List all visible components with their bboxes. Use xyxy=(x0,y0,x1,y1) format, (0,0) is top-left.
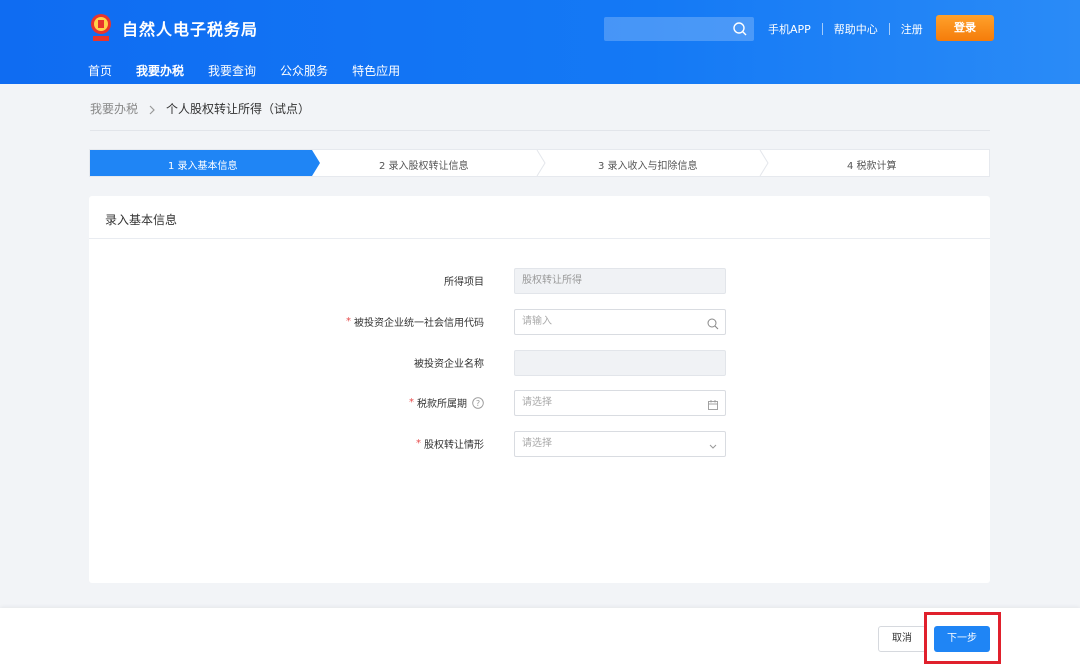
company-name-field xyxy=(514,350,726,376)
form-row-company-name: 被投资企业名称 xyxy=(89,350,990,376)
svg-text:?: ? xyxy=(476,398,480,407)
step-3[interactable]: 3 录入收入与扣除信息 xyxy=(598,157,698,172)
company-name-label: 被投资企业名称 xyxy=(414,355,484,370)
chevron-right-icon xyxy=(148,104,156,114)
link-separator xyxy=(821,23,823,35)
form-row-transfer-situation: * 股权转让情形 请选择 xyxy=(89,431,990,457)
credit-code-label: * 被投资企业统一社会信用代码 xyxy=(346,314,484,329)
search-icon[interactable] xyxy=(732,21,748,37)
step-2[interactable]: 2 录入股权转让信息 xyxy=(379,157,469,172)
field-label-text: 税款所属期 xyxy=(417,399,467,410)
nav-item-public-service[interactable]: 公众服务 xyxy=(280,62,328,80)
field-placeholder: 请选择 xyxy=(522,397,552,408)
tax-period-label: * 税款所属期 ? xyxy=(409,395,484,410)
field-placeholder: 请选择 xyxy=(522,438,552,449)
help-question-icon[interactable]: ? xyxy=(472,396,484,409)
field-label-text: 股权转让情形 xyxy=(424,440,484,451)
income-item-label: 所得项目 xyxy=(444,273,484,288)
card-divider xyxy=(89,238,990,239)
step-1[interactable]: 1 录入基本信息 xyxy=(168,157,238,172)
nav-item-home[interactable]: 首页 xyxy=(88,62,112,80)
mobile-app-link[interactable]: 手机APP xyxy=(768,21,811,37)
register-link[interactable]: 注册 xyxy=(901,21,923,37)
calendar-icon[interactable] xyxy=(707,397,719,410)
transfer-situation-label: * 股权转让情形 xyxy=(416,436,484,451)
nav-item-tax-handling[interactable]: 我要办税 xyxy=(136,62,184,80)
breadcrumb-current: 个人股权转让所得（试点） xyxy=(166,102,311,116)
search-icon[interactable] xyxy=(707,316,719,330)
nav-item-featured-apps[interactable]: 特色应用 xyxy=(352,62,400,80)
step-progress-bar: 1 录入基本信息 2 录入股权转让信息 3 录入收入与扣除信息 4 税款计算 xyxy=(89,149,990,177)
transfer-situation-select[interactable]: 请选择 xyxy=(514,431,726,457)
income-item-field: 股权转让所得 xyxy=(514,268,726,294)
required-asterisk: * xyxy=(416,438,421,449)
site-title[interactable]: 自然人电子税务局 xyxy=(122,16,258,40)
credit-code-input[interactable]: 请输入 xyxy=(514,309,726,335)
help-center-link[interactable]: 帮助中心 xyxy=(834,21,878,37)
form-row-credit-code: * 被投资企业统一社会信用代码 请输入 xyxy=(89,309,990,335)
breadcrumb-divider xyxy=(90,130,990,131)
step-4[interactable]: 4 税款计算 xyxy=(847,157,897,172)
field-placeholder: 请输入 xyxy=(522,316,552,327)
tax-period-picker[interactable]: 请选择 xyxy=(514,390,726,416)
highlight-annotation-box xyxy=(924,612,1001,664)
footer-action-bar: 取消 下一步 xyxy=(0,608,1080,666)
field-label-text: 被投资企业统一社会信用代码 xyxy=(354,318,484,329)
field-label-text: 被投资企业名称 xyxy=(414,359,484,370)
required-asterisk: * xyxy=(409,397,414,408)
cancel-button[interactable]: 取消 xyxy=(878,626,926,652)
form-row-income-item: 所得项目 股权转让所得 xyxy=(89,268,990,294)
main-nav: 首页 我要办税 我要查询 公众服务 特色应用 xyxy=(88,62,424,80)
form-title: 录入基本信息 xyxy=(105,213,178,227)
nav-item-query[interactable]: 我要查询 xyxy=(208,62,256,80)
form-row-tax-period: * 税款所属期 ? 请选择 xyxy=(89,390,990,416)
required-asterisk: * xyxy=(346,316,351,327)
field-label-text: 所得项目 xyxy=(444,277,484,288)
chevron-down-icon[interactable] xyxy=(707,438,719,450)
login-button[interactable]: 登录 xyxy=(936,15,994,41)
top-links: 手机APP 帮助中心 注册 xyxy=(768,20,923,38)
tax-emblem-logo-icon[interactable] xyxy=(88,12,114,44)
link-separator xyxy=(888,23,890,35)
breadcrumb-parent[interactable]: 我要办税 xyxy=(90,100,138,117)
basic-info-form-card: 录入基本信息 所得项目 股权转让所得 * 被投资企业统一社会信用代码 请输入 被… xyxy=(89,196,990,583)
breadcrumb: 我要办税 个人股权转让所得（试点） xyxy=(90,100,310,117)
search-input[interactable] xyxy=(604,17,754,41)
top-header: 自然人电子税务局 手机APP 帮助中心 注册 登录 首页 我要办税 我要查询 公… xyxy=(0,0,1080,84)
